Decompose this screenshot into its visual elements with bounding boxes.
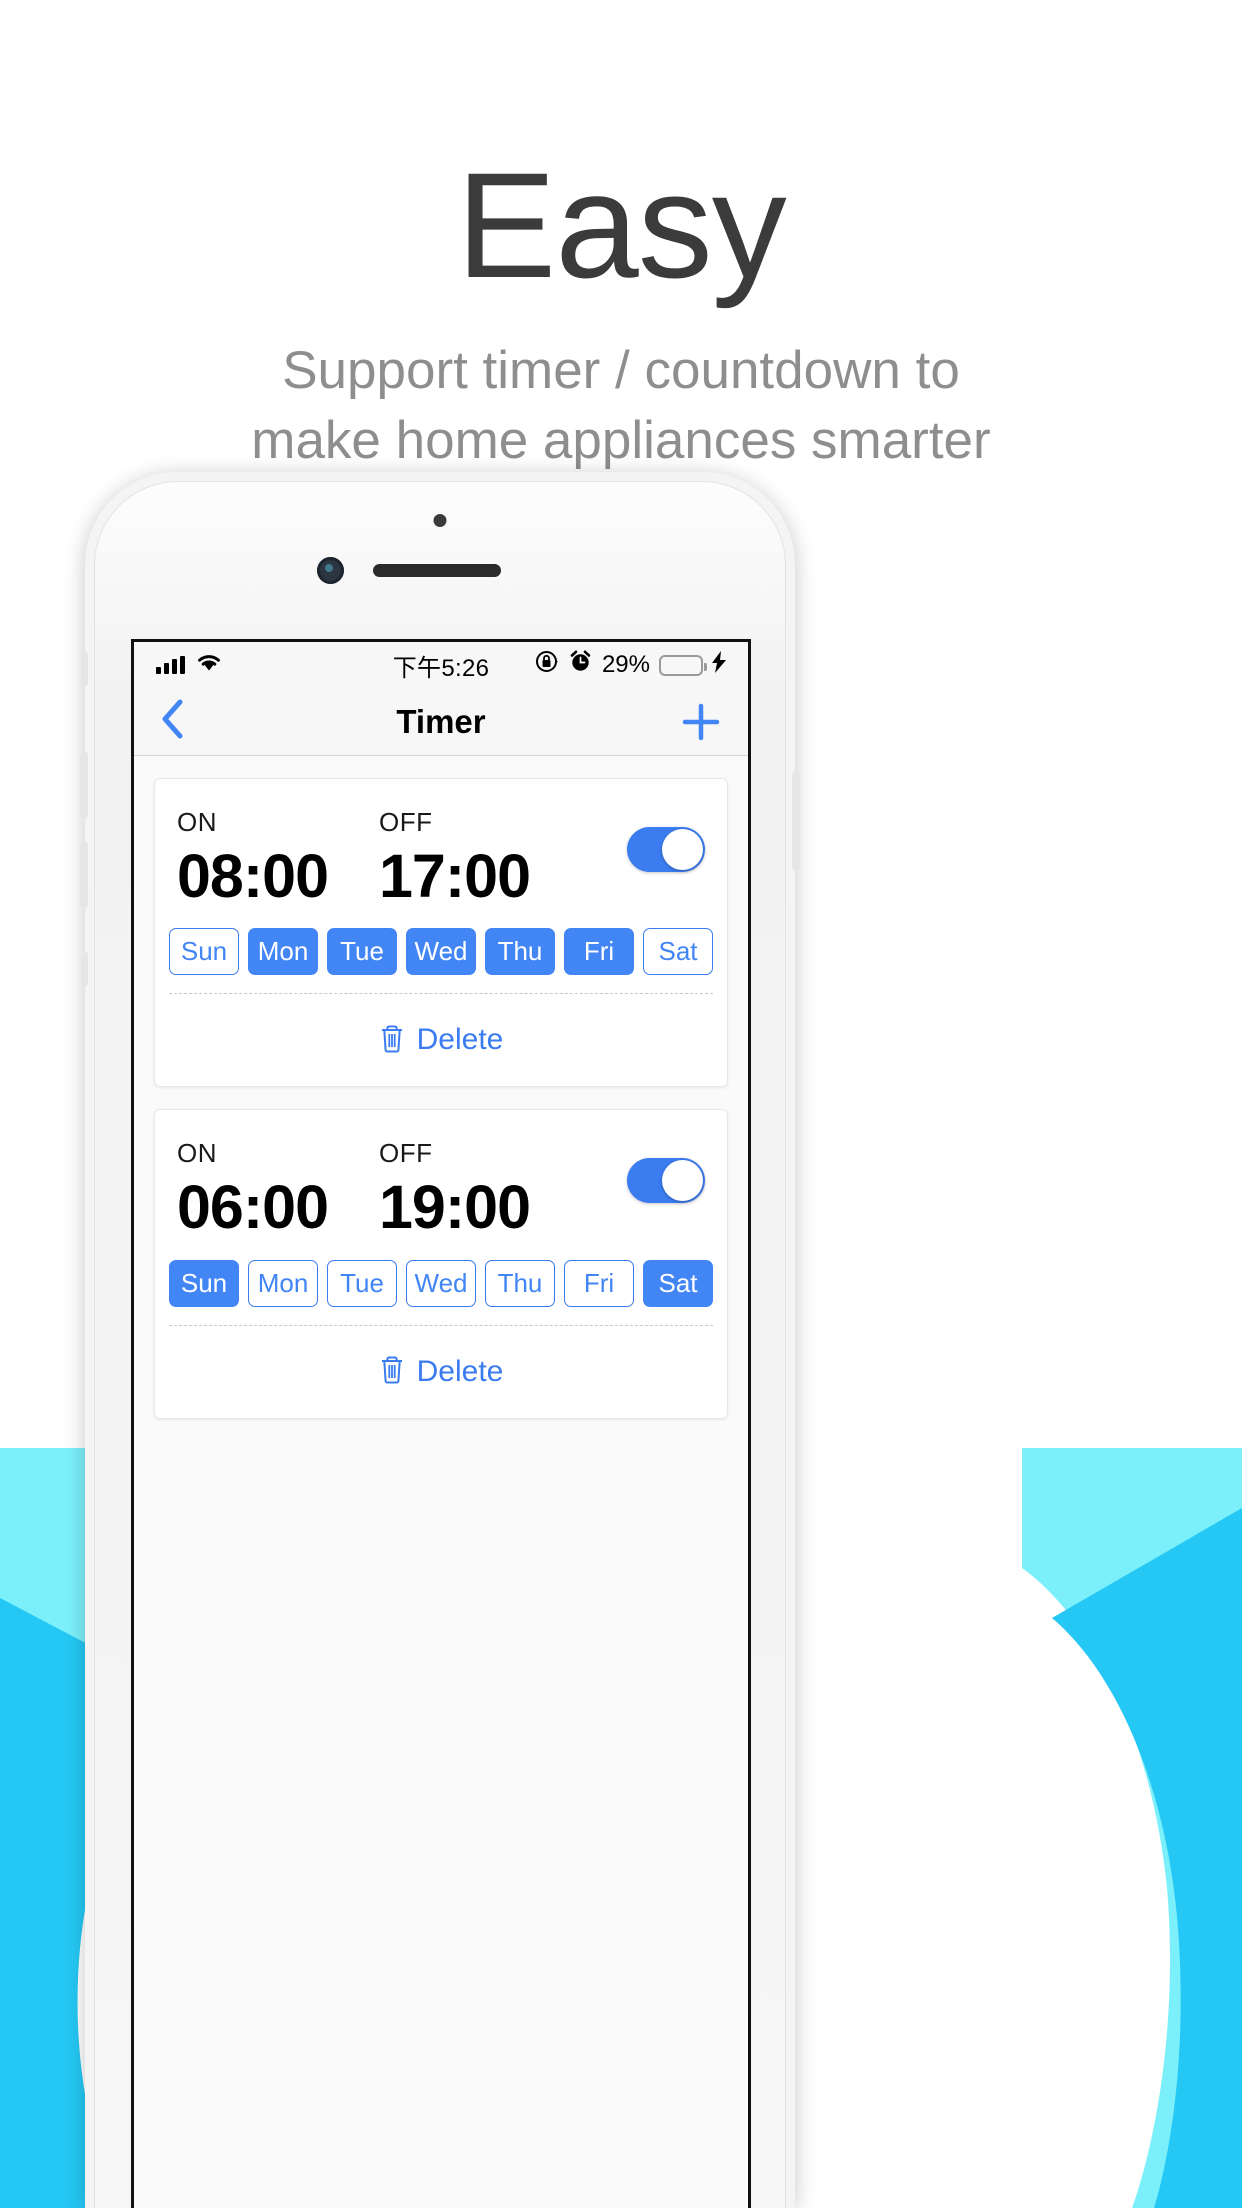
timer-off-time[interactable]: 17:00 — [379, 842, 581, 910]
day-chip-tue[interactable]: Tue — [327, 1259, 397, 1307]
timer-on-label: ON — [177, 1138, 217, 1169]
timer-enable-toggle[interactable] — [627, 1158, 705, 1204]
hero-subtitle-line2: make home appliances smarter — [251, 411, 991, 471]
hero-subtitle: Support timer / countdown to make home a… — [0, 300, 1242, 477]
timer-off-column: OFF 19:00 — [379, 1138, 581, 1241]
delete-timer-button[interactable]: Delete — [155, 994, 727, 1086]
delete-label: Delete — [416, 1354, 504, 1388]
delete-label: Delete — [416, 1023, 504, 1057]
timer-times: ON 06:00 OFF 19:00 — [177, 1138, 705, 1241]
phone-mockup: 下午5:26 29% Timer ON 08:00 OFF 17:00 Sun … — [80, 472, 800, 2208]
timer-card[interactable]: ON 08:00 OFF 17:00 Sun Mon Tue Wed Thu F… — [154, 778, 728, 1088]
day-chip-wed[interactable]: Wed — [406, 928, 476, 976]
page-title: Easy — [456, 141, 786, 309]
day-chip-mon[interactable]: Mon — [248, 928, 318, 976]
timer-enable-toggle[interactable] — [627, 827, 705, 872]
day-chip-sat[interactable]: Sat — [643, 1259, 713, 1307]
timer-off-label: OFF — [379, 807, 433, 837]
day-chip-tue[interactable]: Tue — [327, 928, 397, 976]
silent-switch[interactable] — [81, 652, 88, 686]
timer-on-time[interactable]: 06:00 — [177, 1173, 379, 1241]
earpiece-speaker — [373, 564, 501, 577]
trash-icon — [379, 1023, 405, 1058]
timer-day-selector: Sun Mon Tue Wed Thu Fri Sat — [155, 1242, 727, 1325]
front-camera-icon — [317, 557, 344, 584]
day-chip-mon[interactable]: Mon — [248, 1259, 318, 1307]
timer-off-column: OFF 17:00 — [379, 807, 581, 910]
trash-icon — [379, 1354, 405, 1389]
lightning-bolt-icon — [712, 650, 726, 680]
decorative-wave-right — [982, 1448, 1242, 2208]
timer-day-selector: Sun Mon Tue Wed Thu Fri Sat — [155, 910, 727, 993]
day-chip-thu[interactable]: Thu — [485, 928, 555, 976]
volume-down-button[interactable] — [80, 842, 88, 908]
day-chip-wed[interactable]: Wed — [406, 1259, 476, 1307]
wifi-icon — [195, 651, 223, 679]
day-chip-sun[interactable]: Sun — [169, 1259, 239, 1307]
timer-on-column: ON 08:00 — [177, 807, 379, 910]
signal-bars-icon — [156, 656, 185, 674]
alarm-clock-icon — [568, 649, 593, 681]
status-bar: 下午5:26 29% — [134, 642, 748, 688]
volume-up-button[interactable] — [80, 752, 88, 818]
power-button[interactable] — [792, 772, 800, 870]
status-bar-right: 29% — [534, 649, 726, 681]
day-chip-sun[interactable]: Sun — [169, 928, 239, 976]
timer-list: ON 08:00 OFF 17:00 Sun Mon Tue Wed Thu F… — [134, 756, 748, 2208]
add-timer-button[interactable] — [678, 699, 724, 745]
navigation-bar: Timer — [134, 688, 748, 756]
nav-title: Timer — [396, 702, 486, 740]
hero-subtitle-line1: Support timer / countdown to — [282, 341, 960, 400]
side-button-extra[interactable] — [81, 952, 88, 986]
timer-off-label: OFF — [379, 1138, 433, 1169]
proximity-sensor-icon — [433, 514, 447, 527]
hero-section: Easy Support timer / countdown to make h… — [0, 0, 1242, 477]
battery-percent-label: 29% — [601, 651, 650, 678]
timer-card-body: ON 06:00 OFF 19:00 — [155, 1110, 727, 1241]
timer-on-time[interactable]: 08:00 — [177, 842, 379, 910]
status-bar-left — [156, 651, 223, 679]
delete-timer-button[interactable]: Delete — [155, 1326, 727, 1418]
toggle-knob — [662, 829, 703, 870]
timer-off-time[interactable]: 19:00 — [379, 1173, 581, 1241]
toggle-knob — [662, 1160, 703, 1202]
timer-on-label: ON — [177, 807, 217, 837]
battery-icon — [659, 654, 707, 676]
timer-card-body: ON 08:00 OFF 17:00 — [155, 779, 727, 910]
phone-screen: 下午5:26 29% Timer ON 08:00 OFF 17:00 Sun … — [131, 639, 751, 2208]
day-chip-fri[interactable]: Fri — [564, 928, 634, 976]
day-chip-sat[interactable]: Sat — [643, 928, 713, 976]
rotation-lock-icon — [534, 649, 559, 681]
day-chip-fri[interactable]: Fri — [564, 1259, 634, 1307]
plus-icon — [678, 703, 724, 749]
timer-on-column: ON 06:00 — [177, 1138, 379, 1241]
day-chip-thu[interactable]: Thu — [485, 1259, 555, 1307]
timer-card[interactable]: ON 06:00 OFF 19:00 Sun Mon Tue Wed Thu F… — [154, 1109, 728, 1419]
timer-times: ON 08:00 OFF 17:00 — [177, 807, 705, 910]
